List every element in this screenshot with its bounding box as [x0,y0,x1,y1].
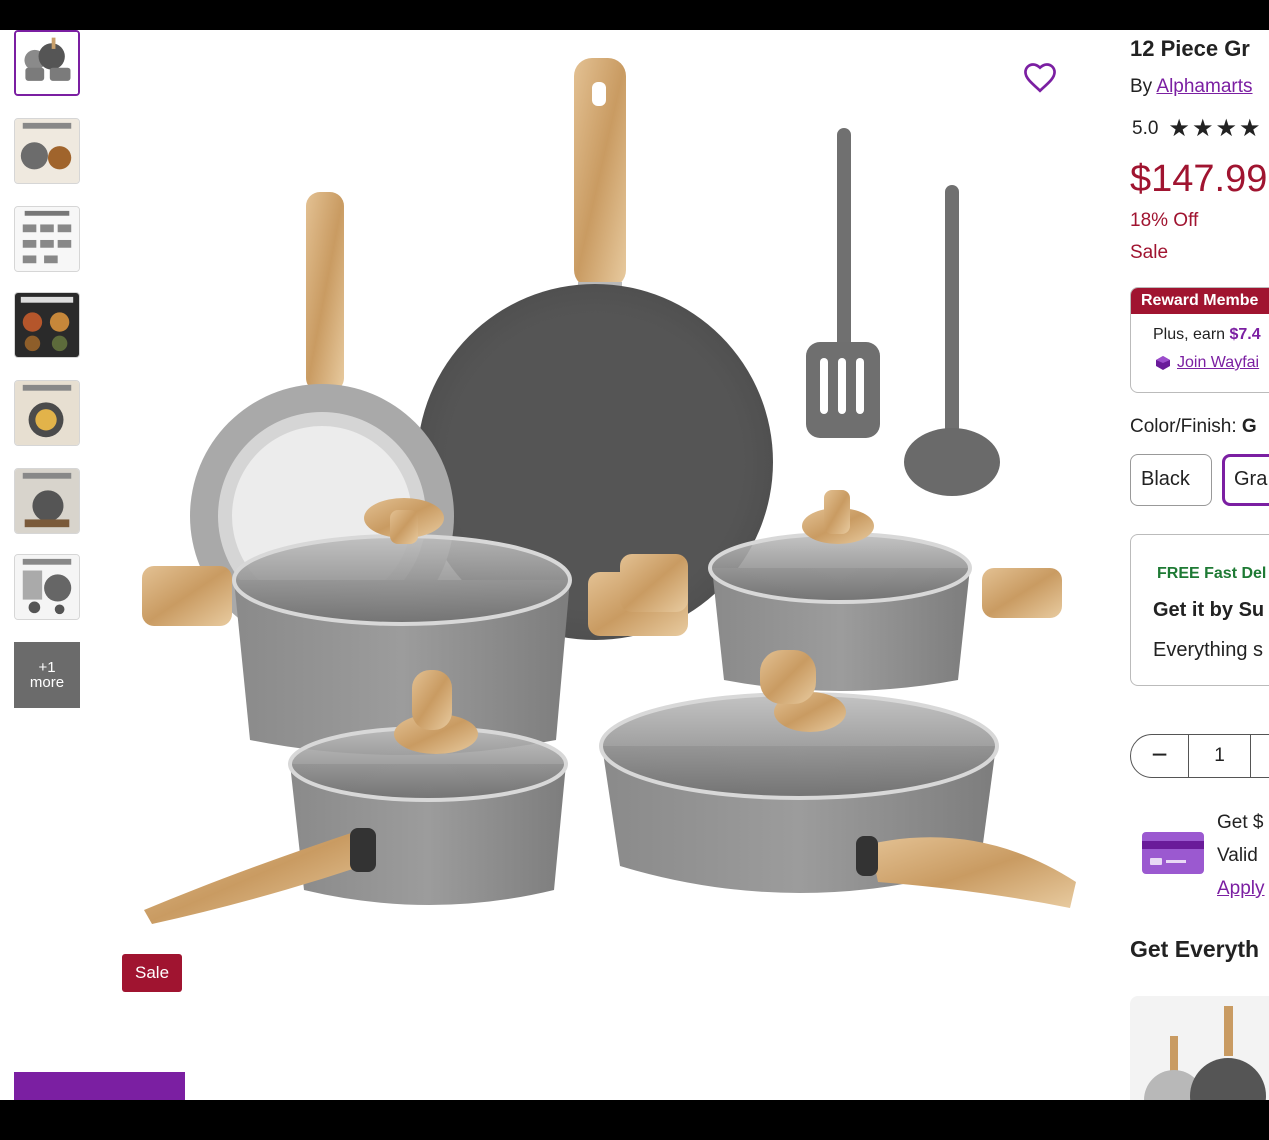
byline: By Alphamarts [1130,76,1253,98]
thumbnail-4[interactable] [14,292,80,358]
more-label: more [29,674,65,691]
more-thumbnails-button[interactable]: +1 more [14,642,80,708]
reward-membership-box: Reward Membe Plus, earn $7.4 Join Wayfai [1130,287,1269,393]
product-title: 12 Piece Gr [1130,36,1250,61]
recommendation-image [1144,1006,1266,1100]
by-prefix: By [1130,76,1157,97]
rating-value: 5.0 [1132,117,1159,139]
quantity-stepper: − 1 [1130,734,1269,778]
favorite-heart-icon[interactable] [1022,60,1058,96]
reward-heading: Reward Membe [1131,288,1269,314]
sale-label: Sale [1130,242,1169,263]
cookware-set-illustration [142,58,1076,924]
product-page: +1 more Sale 12 Piece Gr By Alphamarts 5… [0,30,1269,1100]
section-heading: Get Everyth [1130,936,1260,962]
thumbnail-7[interactable] [14,554,80,620]
reward-earn-text: Plus, earn $7.4 [1153,326,1261,344]
thumbnail-1[interactable] [14,30,80,96]
color-selected-text: G [1241,416,1257,437]
rating-row[interactable]: 5.0 ★★★★ [1132,114,1262,143]
color-option-black[interactable]: Black [1130,454,1212,506]
delivery-box: FREE Fast Del Get it by Su Everything s [1130,534,1269,686]
quantity-value[interactable]: 1 [1189,735,1251,777]
sale-price: $147.99 [1130,158,1268,200]
free-delivery-text: FREE Fast Del [1157,565,1267,582]
main-product-image[interactable]: Sale [100,30,1100,1100]
color-finish-label: Color/Finish: G [1130,416,1257,438]
more-count: +1 [38,659,56,676]
color-option-gray[interactable]: Gra [1222,454,1269,506]
thumbnail-5[interactable] [14,380,80,446]
thumbnail-2[interactable] [14,118,80,184]
promo-line-1: Get $ [1217,812,1264,833]
credit-card-icon [1142,832,1204,874]
gem-icon [1156,356,1170,370]
sale-badge: Sale [122,954,183,992]
thumbnail-3[interactable] [14,206,80,272]
color-label-text: Color/Finish: [1130,416,1242,437]
apply-link[interactable]: Apply [1217,878,1265,900]
earn-amount: $7.4 [1229,326,1261,343]
delivery-date-text: Get it by Su [1153,599,1265,621]
purple-tab-bar[interactable] [14,1072,185,1100]
thumbnail-6[interactable] [14,468,80,534]
brand-link[interactable]: Alphamarts [1156,76,1252,97]
join-link-text[interactable]: Join Wayfai [1177,354,1259,372]
decrease-quantity-button[interactable]: − [1131,735,1189,777]
discount-label: 18% Off [1130,210,1199,231]
promo-line-2: Valid [1217,845,1258,866]
rating-stars-icon: ★★★★ [1168,115,1263,142]
earn-prefix: Plus, earn [1153,326,1230,343]
everything-ships-text: Everything s [1153,639,1264,661]
join-rewards-link[interactable]: Join Wayfai [1155,354,1259,372]
recommendation-card[interactable] [1130,996,1269,1100]
